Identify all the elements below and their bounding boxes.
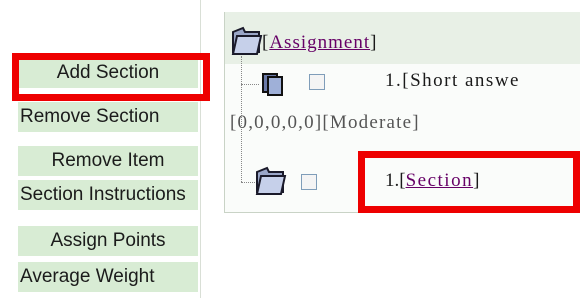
folder-icon [255,166,287,195]
section-link[interactable]: Section [406,170,474,191]
column-separator [200,0,201,298]
average-weight-button[interactable]: Average Weight [18,262,198,292]
tree-line [241,84,259,85]
remove-item-button[interactable]: Remove Item [18,146,198,176]
add-section-button[interactable]: Add Section [18,58,198,88]
item-checkbox[interactable] [309,74,325,90]
question-item-icon [262,73,283,96]
root-node: [Assignment] [262,32,378,53]
assign-points-button[interactable]: Assign Points [18,226,198,256]
item-meta: [0,0,0,0,0][Moderate] [230,112,420,133]
section-instructions-button[interactable]: Section Instructions [18,180,198,210]
section-number: 1. [385,170,400,191]
section-node: 1.[Section] [385,170,480,191]
item-label[interactable]: 1.[Short answe [385,70,520,92]
remove-section-button[interactable]: Remove Section [18,102,198,132]
root-link[interactable]: Assignment [269,32,370,53]
section-checkbox[interactable] [301,174,317,190]
folder-icon [231,26,263,55]
